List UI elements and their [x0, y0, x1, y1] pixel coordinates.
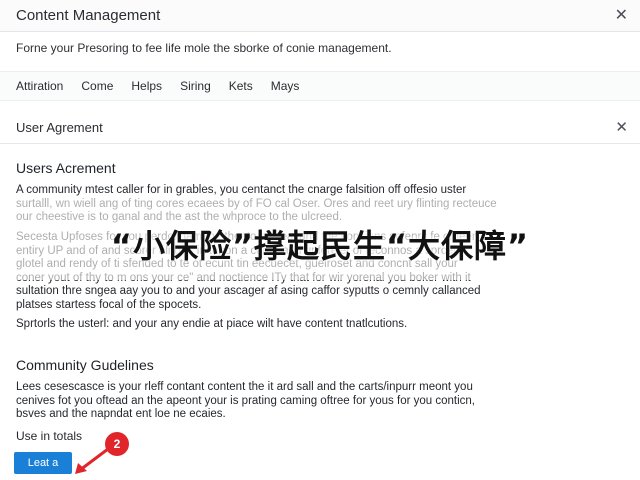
panel-title: User Agrement — [16, 120, 103, 135]
load-button[interactable]: Leat a — [14, 452, 72, 474]
tab-come[interactable]: Come — [81, 79, 113, 93]
community-guidelines-paragraph: Lees cesescasce is your rleff contant co… — [16, 381, 475, 420]
tab-helps[interactable]: Helps — [131, 79, 162, 93]
step-number-badge: 2 — [105, 432, 129, 456]
users-agreement-paragraph-3: Sprtorls the usterl: and your any endie … — [16, 318, 408, 330]
community-guidelines-heading: Community Gudelines — [16, 357, 154, 373]
content-management-window: Content Management ✕ Forne your Presorin… — [0, 0, 640, 480]
use-in-totals-label: Use in totals — [16, 429, 83, 443]
overlay-banner-text: “小保险”撑起民生“大保障” — [110, 227, 530, 265]
tab-siring[interactable]: Siring — [180, 79, 211, 93]
panel-header: User Agrement ✕ — [0, 110, 640, 144]
close-icon[interactable]: ✕ — [615, 8, 628, 24]
app-title: Content Management — [16, 7, 161, 24]
close-panel-icon[interactable]: ✕ — [615, 120, 628, 136]
app-subtitle: Forne your Presoring to fee life mole th… — [16, 41, 392, 55]
tab-kets[interactable]: Kets — [229, 79, 253, 93]
users-agreement-heading: Users Acrement — [16, 160, 116, 176]
tab-attiration[interactable]: Attiration — [16, 79, 63, 93]
tab-bar: Attiration Come Helps Siring Kets Mays — [0, 71, 640, 101]
title-bar: Content Management ✕ — [0, 0, 640, 32]
tab-mays[interactable]: Mays — [271, 79, 300, 93]
